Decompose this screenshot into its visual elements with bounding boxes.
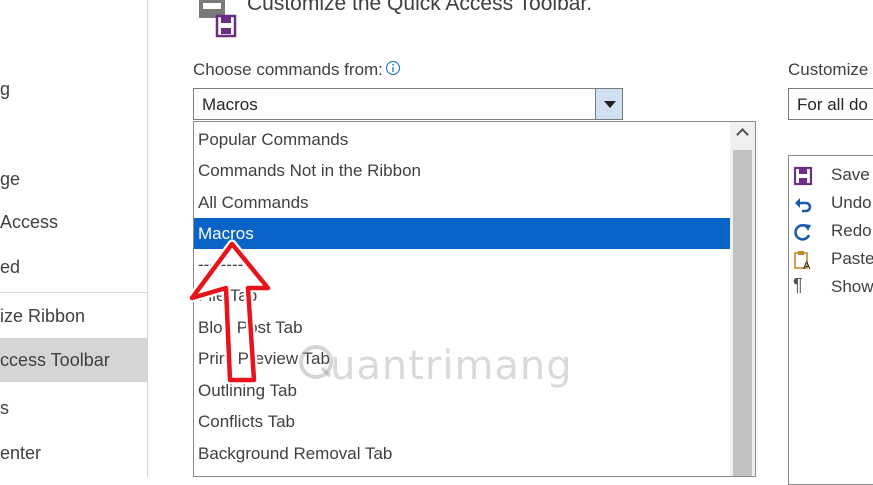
- scrollbar-thumb[interactable]: [733, 150, 752, 476]
- sidebar-item-customize-ribbon[interactable]: ize Ribbon: [0, 306, 85, 327]
- choose-commands-label-text: Choose commands from:: [193, 60, 383, 79]
- paste-icon: A: [794, 251, 811, 270]
- sidebar-item-language[interactable]: ge: [0, 169, 20, 190]
- sidebar-separator: [0, 292, 147, 293]
- annotation-arrow-icon: [187, 239, 273, 385]
- sidebar-item-advanced[interactable]: ed: [0, 257, 20, 278]
- dropdown-item[interactable]: Commands Not in the Ribbon: [194, 155, 730, 186]
- info-icon[interactable]: [385, 60, 401, 76]
- list-item-label: Show: [831, 277, 873, 296]
- save-icon: [793, 166, 813, 186]
- scroll-up-icon[interactable]: [730, 122, 755, 147]
- quick-access-toolbar-icon: [199, 0, 237, 38]
- list-item-label: Redo: [831, 221, 872, 240]
- choose-commands-label: Choose commands from:: [193, 60, 401, 80]
- watermark-text: uantrimang: [330, 343, 573, 389]
- list-item-label: Undo: [831, 193, 872, 212]
- dropdown-item[interactable]: Background Removal Tab: [194, 438, 730, 469]
- dropdown-item[interactable]: Popular Commands: [194, 124, 730, 155]
- dropdown-item[interactable]: Conflicts Tab: [194, 406, 730, 437]
- customize-toolbar-value: For all do: [797, 95, 868, 114]
- choose-commands-value: Macros: [202, 95, 258, 114]
- sidebar-item-trust-center[interactable]: enter: [0, 443, 41, 464]
- chevron-down-icon[interactable]: [595, 89, 622, 119]
- sidebar-item-proofing[interactable]: g: [0, 79, 10, 100]
- page-title: Customize the Quick Access Toolbar.: [247, 0, 593, 15]
- sidebar-item-ease-of-access[interactable]: Access: [0, 212, 58, 233]
- sidebar-item-add-ins[interactable]: s: [0, 398, 9, 419]
- pilcrow-icon: ¶: [793, 275, 803, 295]
- toolbar-commands-list[interactable]: Save Undo Redo A Paste ¶ Show: [788, 155, 873, 485]
- dropdown-scrollbar[interactable]: [730, 122, 755, 476]
- dropdown-item[interactable]: All Commands: [194, 187, 730, 218]
- svg-text:A: A: [803, 260, 811, 270]
- customize-toolbar-combobox[interactable]: For all do: [788, 88, 873, 120]
- list-item-label: Save: [831, 165, 870, 184]
- customize-toolbar-label: Customize: [788, 60, 869, 79]
- sidebar-item-quick-access-toolbar[interactable]: ccess Toolbar: [0, 350, 110, 371]
- choose-commands-combobox[interactable]: Macros: [193, 88, 623, 120]
- undo-icon: [795, 198, 812, 213]
- list-item-label: Paste: [831, 249, 873, 268]
- options-sidebar: g ge Access ed ize Ribbon ccess Toolbar …: [0, 0, 148, 477]
- redo-icon: [794, 224, 811, 241]
